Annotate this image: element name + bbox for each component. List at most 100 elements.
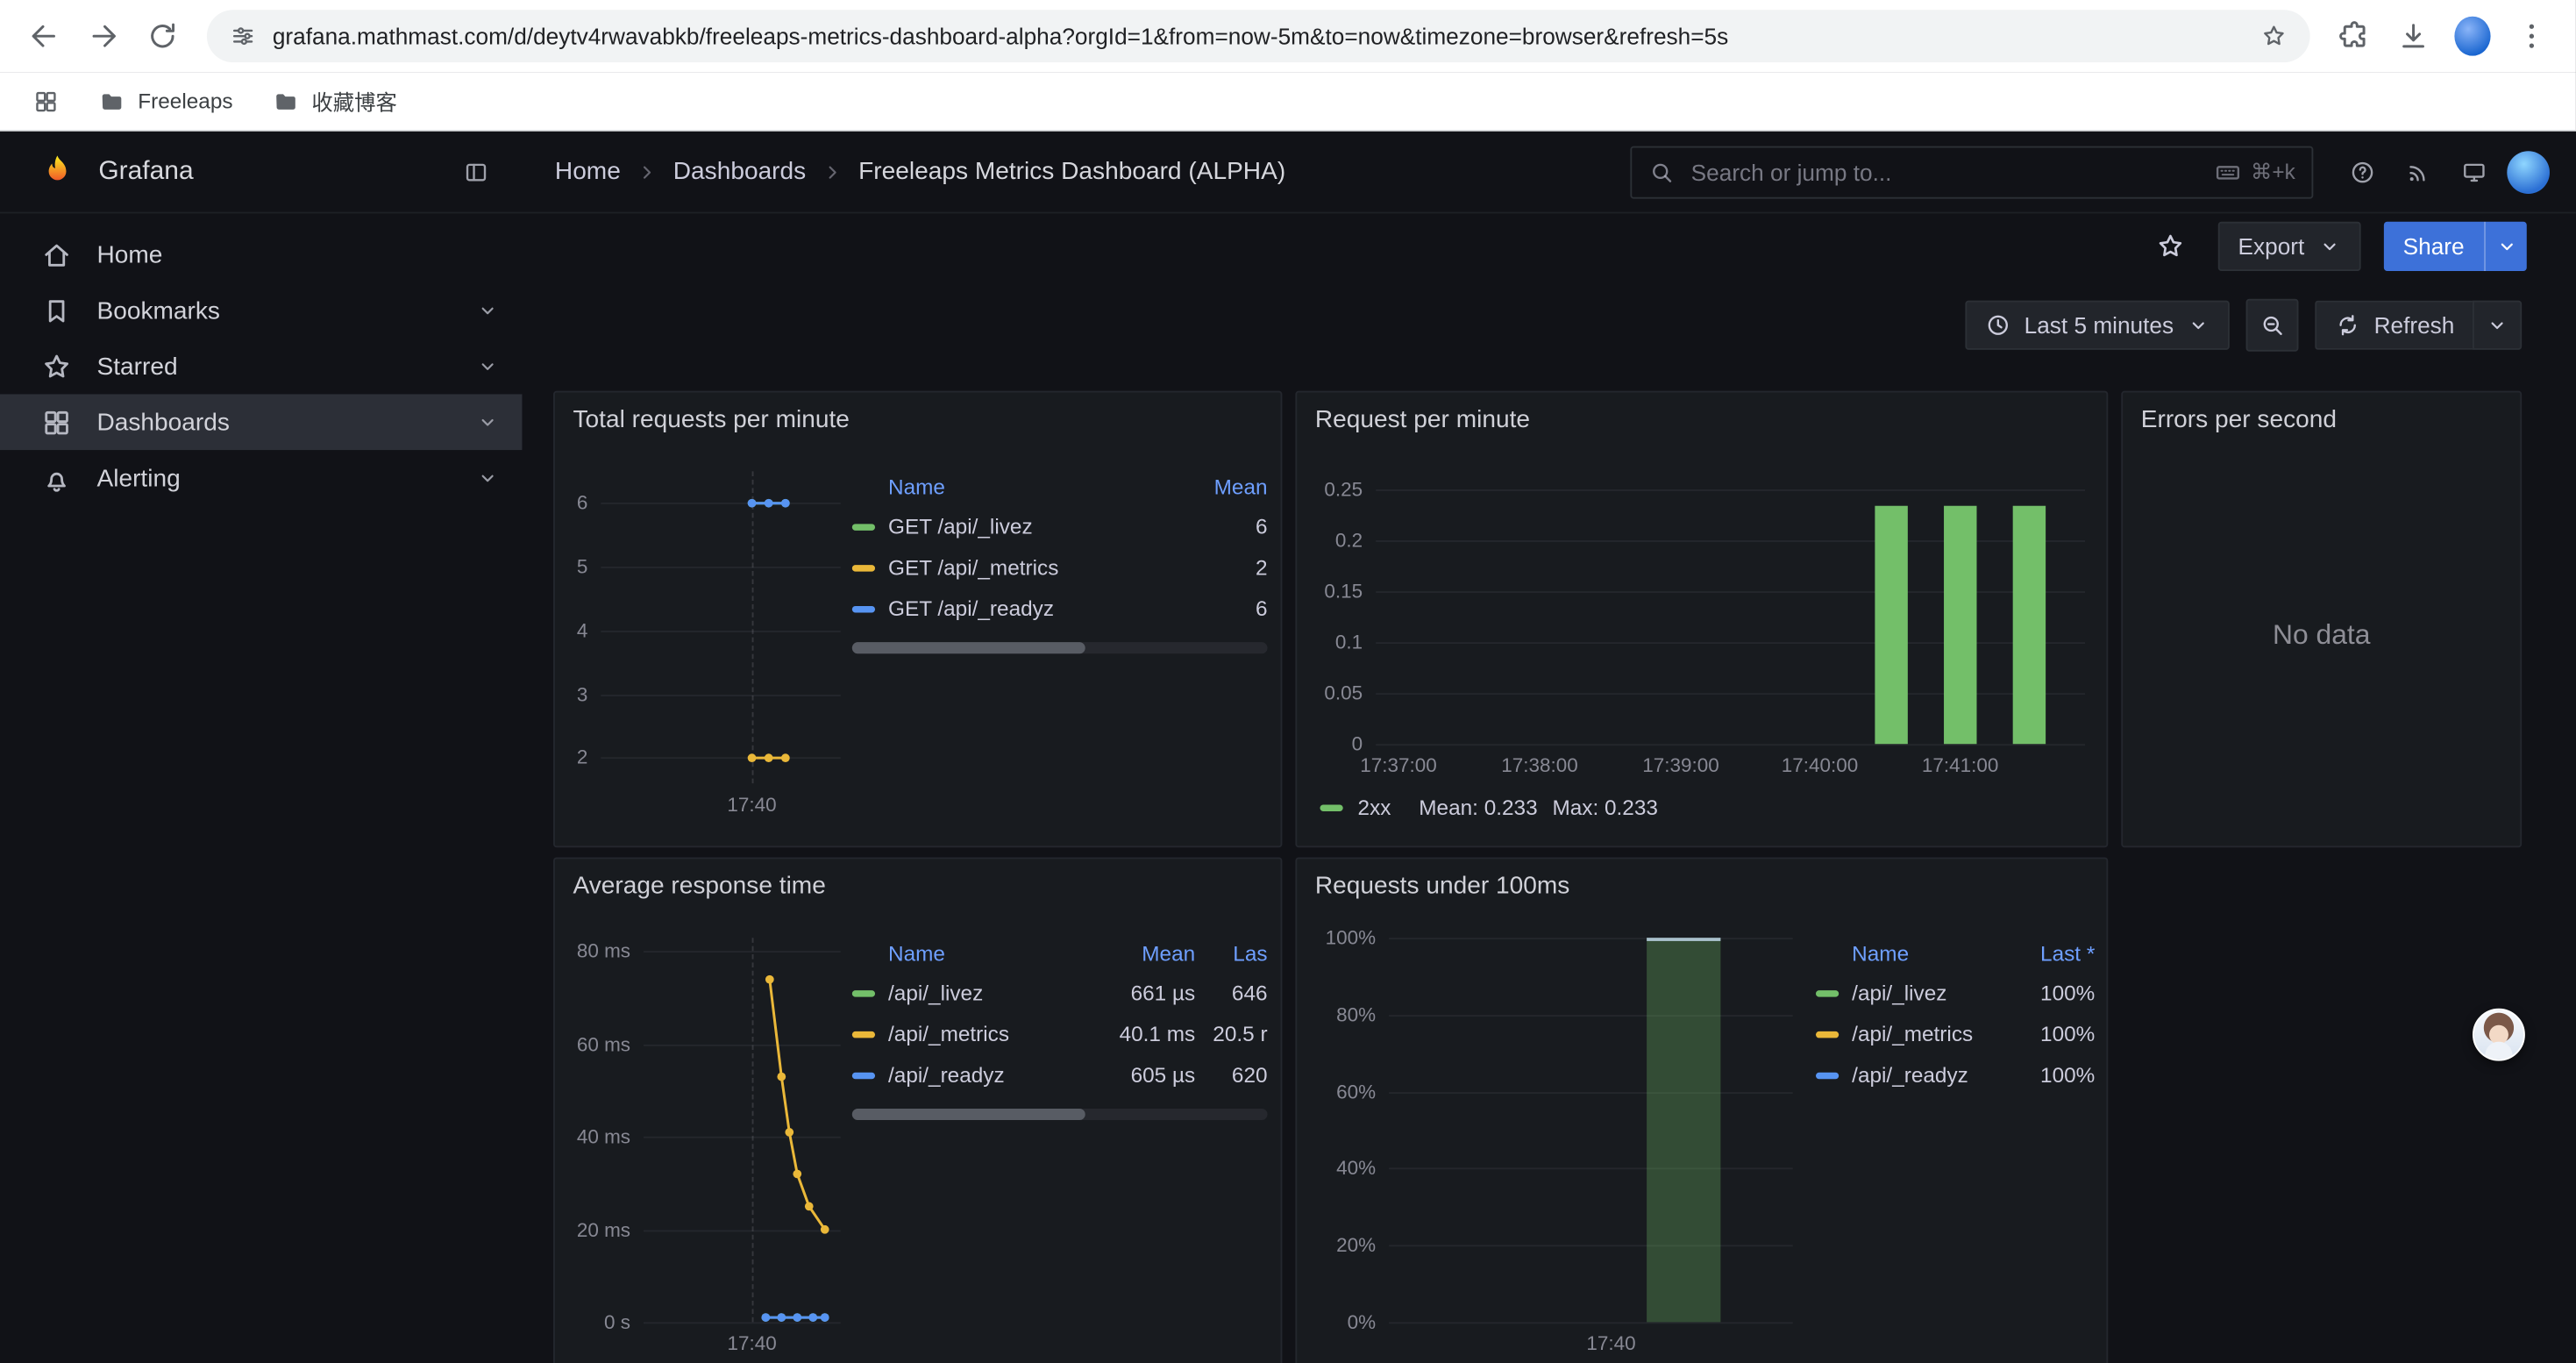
series-name[interactable]: /api/_livez bbox=[888, 981, 1093, 1005]
extensions-button[interactable] bbox=[2326, 8, 2382, 64]
reload-button[interactable] bbox=[135, 8, 191, 64]
x-axis-tick: 17:40:00 bbox=[1751, 753, 1889, 776]
series-swatch[interactable] bbox=[1816, 1072, 1839, 1078]
bookmark-folder-freeleaps[interactable]: Freeleaps bbox=[85, 78, 246, 124]
grafana-logo-icon[interactable] bbox=[36, 150, 79, 193]
legend-header-row: NameMean bbox=[852, 468, 1268, 506]
series-point bbox=[821, 1225, 829, 1234]
series-swatch[interactable] bbox=[852, 605, 875, 611]
chart-requests-under-100ms[interactable]: 100%80%60%40%20%0%17:40 bbox=[1310, 924, 1803, 1363]
series-name[interactable]: 2xx bbox=[1358, 795, 1391, 819]
series-point bbox=[748, 753, 757, 762]
legend-scrollbar-thumb[interactable] bbox=[852, 1109, 1085, 1120]
series-swatch[interactable] bbox=[852, 564, 875, 570]
legend-value: 2 bbox=[1192, 555, 1267, 580]
legend-scrollbar-thumb[interactable] bbox=[852, 642, 1085, 653]
sidebar-item-home[interactable]: Home bbox=[0, 226, 522, 282]
y-gridline bbox=[1389, 1168, 1793, 1170]
legend-header-col[interactable]: Mean bbox=[1093, 941, 1195, 966]
legend-header-name[interactable]: Name bbox=[1816, 941, 2010, 966]
tab-groups-button[interactable] bbox=[19, 78, 72, 124]
legend-scrollbar[interactable] bbox=[852, 1109, 1268, 1120]
legend-header-name[interactable]: Name bbox=[852, 475, 1192, 499]
series-name[interactable]: /api/_readyz bbox=[1852, 1063, 2010, 1088]
panel-title[interactable]: Average response time bbox=[573, 872, 826, 900]
site-settings-icon[interactable] bbox=[230, 23, 256, 49]
legend-value: 661 µs bbox=[1093, 981, 1195, 1005]
panel-title[interactable]: Requests under 100ms bbox=[1315, 872, 1569, 900]
y-gridline bbox=[1376, 744, 2085, 746]
panel-title[interactable]: Total requests per minute bbox=[573, 406, 850, 434]
series-point bbox=[821, 1313, 829, 1322]
legend-header-row: NameMeanLas bbox=[852, 934, 1268, 972]
panel-title[interactable]: Request per minute bbox=[1315, 406, 1530, 434]
series-name[interactable]: GET /api/_metrics bbox=[888, 555, 1192, 580]
chart-total-requests[interactable]: 6543217:40 bbox=[568, 458, 850, 825]
assistant-avatar-bubble[interactable] bbox=[2473, 1009, 2525, 1061]
forward-button[interactable] bbox=[75, 8, 132, 64]
series-name[interactable]: GET /api/_readyz bbox=[888, 596, 1192, 621]
chevron-down-icon[interactable] bbox=[476, 410, 499, 433]
chevron-down-icon[interactable] bbox=[476, 299, 499, 322]
bookmark-star-icon[interactable] bbox=[2260, 23, 2287, 49]
dashboards-grid-icon bbox=[41, 406, 73, 438]
legend-row: /api/_livez661 µs646 bbox=[852, 973, 1268, 1014]
browser-toolbar: grafana.mathmast.com/d/deytv4rwavabkb/fr… bbox=[0, 0, 2576, 72]
series-point bbox=[765, 499, 773, 508]
x-axis-tick: 17:40 bbox=[1542, 1332, 1680, 1355]
chart-request-per-minute[interactable]: 0.250.20.150.10.05017:37:0017:38:0017:39… bbox=[1310, 458, 2095, 787]
bell-icon bbox=[41, 462, 73, 494]
y-gridline bbox=[1376, 539, 2085, 541]
bar bbox=[1875, 506, 1909, 744]
sidebar-item-starred[interactable]: Starred bbox=[0, 339, 522, 395]
collapse-sidebar-button[interactable] bbox=[453, 148, 499, 194]
legend-row: /api/_metrics40.1 ms20.5 r bbox=[852, 1013, 1268, 1054]
series-swatch[interactable] bbox=[1816, 989, 1839, 995]
bookmark-folder-blogs[interactable]: 收藏博客 bbox=[260, 78, 410, 124]
bar bbox=[1943, 506, 1977, 744]
legend-row: /api/_livez100% bbox=[1816, 973, 2095, 1014]
chevron-down-icon[interactable] bbox=[476, 354, 499, 377]
panel-errors-per-second: Errors per second No data bbox=[2121, 391, 2522, 848]
downloads-button[interactable] bbox=[2386, 8, 2442, 64]
sidebar-item-alerting[interactable]: Alerting bbox=[0, 450, 522, 506]
sidebar-item-dashboards[interactable]: Dashboards bbox=[0, 394, 522, 450]
browser-menu-button[interactable] bbox=[2504, 8, 2560, 64]
sidebar-item-bookmarks[interactable]: Bookmarks bbox=[0, 282, 522, 339]
series-swatch[interactable] bbox=[852, 1072, 875, 1078]
series-name[interactable]: GET /api/_livez bbox=[888, 514, 1192, 539]
y-gridline bbox=[1389, 1322, 1793, 1324]
y-axis-tick: 60% bbox=[1310, 1080, 1376, 1103]
chart-avg-response-time[interactable]: 80 ms60 ms40 ms20 ms0 s17:40 bbox=[568, 924, 850, 1363]
legend-row: /api/_metrics100% bbox=[1816, 1013, 2095, 1054]
series-swatch[interactable] bbox=[852, 1031, 875, 1037]
legend-header-col[interactable]: Last * bbox=[2010, 941, 2095, 966]
series-point bbox=[785, 1128, 793, 1137]
series-name[interactable]: /api/_metrics bbox=[888, 1022, 1093, 1046]
series-point bbox=[793, 1313, 801, 1322]
series-swatch[interactable] bbox=[852, 523, 875, 529]
back-button[interactable] bbox=[17, 8, 73, 64]
url-text[interactable]: grafana.mathmast.com/d/deytv4rwavabkb/fr… bbox=[273, 23, 2245, 49]
profile-button[interactable] bbox=[2444, 8, 2501, 64]
sidebar-nav: Home Bookmarks Starred Dashboards Alerti… bbox=[0, 213, 522, 1363]
y-gridline bbox=[1389, 1015, 1793, 1017]
series-swatch[interactable] bbox=[852, 989, 875, 995]
series-swatch[interactable] bbox=[1816, 1031, 1839, 1037]
legend-max: Max: 0.233 bbox=[1552, 795, 1657, 819]
address-bar[interactable]: grafana.mathmast.com/d/deytv4rwavabkb/fr… bbox=[207, 10, 2310, 62]
legend-header-col[interactable]: Las bbox=[1195, 941, 1267, 966]
legend-scrollbar[interactable] bbox=[852, 642, 1268, 653]
series-name[interactable]: /api/_livez bbox=[1852, 981, 2010, 1005]
bar bbox=[2012, 506, 2046, 744]
chevron-down-icon[interactable] bbox=[476, 467, 499, 489]
series-name[interactable]: /api/_metrics bbox=[1852, 1022, 2010, 1046]
legend-header-name[interactable]: Name bbox=[852, 941, 1093, 966]
legend-header-col[interactable]: Mean bbox=[1192, 475, 1267, 499]
series-swatch[interactable] bbox=[1320, 804, 1342, 810]
y-axis-tick: 0.05 bbox=[1310, 682, 1363, 704]
brand: Grafana bbox=[0, 148, 522, 194]
series-name[interactable]: /api/_readyz bbox=[888, 1063, 1093, 1088]
bar bbox=[1647, 938, 1721, 1322]
screen: grafana.mathmast.com/d/deytv4rwavabkb/fr… bbox=[0, 0, 2576, 1363]
